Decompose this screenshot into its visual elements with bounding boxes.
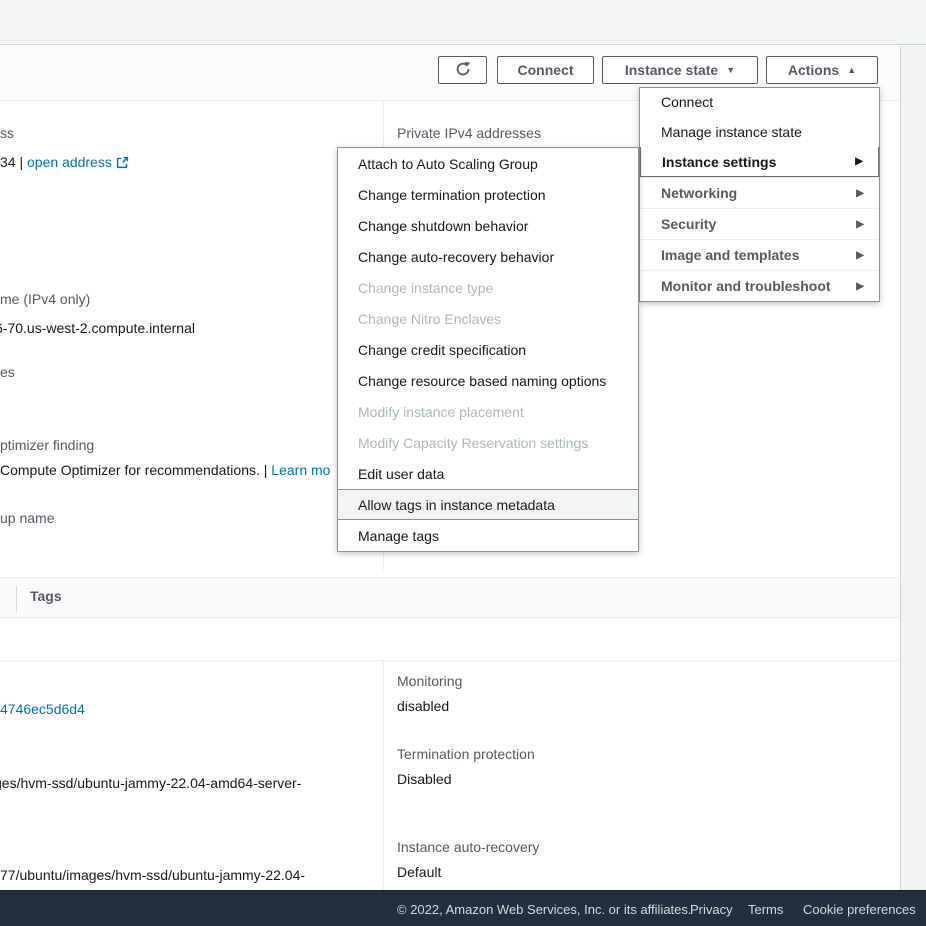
submenu-item-modify-instance-placement: Modify instance placement <box>338 396 638 427</box>
details-top-divider <box>0 660 900 661</box>
ipv6-label: es <box>0 362 15 382</box>
auto-recovery-label: Instance auto-recovery <box>397 837 539 857</box>
submenu-item-change-credit-specification[interactable]: Change credit specification <box>338 334 638 365</box>
ec2-console-screen: Connect Instance state ▼ Actions ▲ ss 34… <box>0 0 926 926</box>
actions-menu: Connect Manage instance state Instance s… <box>639 87 880 302</box>
submenu-item-change-shutdown-behavior[interactable]: Change shutdown behavior <box>338 210 638 241</box>
ami-location-value: 77/ubuntu/images/hvm-ssd/ubuntu-jammy-22… <box>0 865 305 885</box>
tab-separator <box>16 586 17 612</box>
details-column-divider <box>383 660 384 890</box>
public-address-value: 34 | <box>0 154 23 170</box>
optimizer-value: Compute Optimizer for recommendations. | <box>0 462 267 478</box>
monitoring-label: Monitoring <box>397 671 462 691</box>
submenu-item-manage-tags[interactable]: Manage tags <box>338 520 638 551</box>
chevron-up-icon: ▲ <box>847 66 856 75</box>
optimizer-label: ptimizer finding <box>0 435 94 455</box>
submenu-item-modify-capacity-reservation-settings: Modify Capacity Reservation settings <box>338 427 638 458</box>
right-edge-strip <box>900 46 926 890</box>
instance-state-label: Instance state <box>625 62 718 78</box>
termination-protection-label: Termination protection <box>397 744 535 764</box>
submenu-item-allow-tags-in-instance-metadata[interactable]: Allow tags in instance metadata <box>338 489 638 520</box>
menu-item-manage-instance-state[interactable]: Manage instance state <box>640 116 879 147</box>
optimizer-row: Compute Optimizer for recommendations. |… <box>0 460 330 480</box>
open-address-link[interactable]: open address <box>27 154 129 170</box>
menu-item-connect[interactable]: Connect <box>640 88 879 116</box>
instance-state-button[interactable]: Instance state ▼ <box>602 56 758 84</box>
termination-protection-value: Disabled <box>397 769 451 789</box>
external-link-icon <box>116 154 129 174</box>
submenu-arrow-icon: ▶ <box>855 156 863 167</box>
auto-recovery-value: Default <box>397 862 441 882</box>
footer-link-privacy[interactable]: Privacy <box>690 902 733 917</box>
submenu-item-change-instance-type: Change instance type <box>338 272 638 303</box>
tab-bar: Tags <box>0 577 900 618</box>
ami-id-link[interactable]: 4746ec5d6d4 <box>0 699 85 719</box>
footer-link-terms[interactable]: Terms <box>748 902 783 917</box>
submenu-item-change-termination-protection[interactable]: Change termination protection <box>338 179 638 210</box>
top-nav-band <box>0 0 926 45</box>
instance-settings-submenu: Attach to Auto Scaling Group Change term… <box>337 147 639 552</box>
footer-link-cookie-preferences[interactable]: Cookie preferences <box>803 902 916 917</box>
chevron-down-icon: ▼ <box>726 66 735 75</box>
submenu-item-change-resource-based-naming-options[interactable]: Change resource based naming options <box>338 365 638 396</box>
actions-button-label: Actions <box>788 62 839 78</box>
connect-button-label: Connect <box>518 62 574 78</box>
monitoring-value: disabled <box>397 696 449 716</box>
tab-tags[interactable]: Tags <box>30 588 62 604</box>
menu-item-image-and-templates[interactable]: Image and templates ▶ <box>640 239 879 270</box>
private-ipv4-label: Private IPv4 addresses <box>397 123 541 143</box>
hostname-label: me (IPv4 only) <box>0 289 90 309</box>
public-address-label: ss <box>0 123 14 143</box>
submenu-item-attach-to-auto-scaling-group[interactable]: Attach to Auto Scaling Group <box>338 148 638 179</box>
hostname-value: 6-70.us-west-2.compute.internal <box>0 318 195 338</box>
menu-item-instance-settings[interactable]: Instance settings ▶ <box>640 147 879 177</box>
menu-item-security[interactable]: Security ▶ <box>640 208 879 239</box>
submenu-arrow-icon: ▶ <box>856 219 864 230</box>
submenu-arrow-icon: ▶ <box>856 281 864 292</box>
group-name-label: up name <box>0 508 54 528</box>
submenu-arrow-icon: ▶ <box>856 188 864 199</box>
menu-item-networking[interactable]: Networking ▶ <box>640 177 879 208</box>
public-address-row: 34 | open address <box>0 152 129 174</box>
footer-copyright: © 2022, Amazon Web Services, Inc. or its… <box>397 902 692 917</box>
menu-item-monitor-and-troubleshoot[interactable]: Monitor and troubleshoot ▶ <box>640 270 879 301</box>
ami-name-value: ges/hvm-ssd/ubuntu-jammy-22.04-amd64-ser… <box>0 773 301 793</box>
learn-more-link[interactable]: Learn mo <box>271 462 330 478</box>
actions-button[interactable]: Actions ▲ <box>766 56 878 84</box>
submenu-item-edit-user-data[interactable]: Edit user data <box>338 458 638 489</box>
submenu-item-change-nitro-enclaves: Change Nitro Enclaves <box>338 303 638 334</box>
submenu-item-change-auto-recovery-behavior[interactable]: Change auto-recovery behavior <box>338 241 638 272</box>
connect-button[interactable]: Connect <box>497 56 594 84</box>
refresh-button[interactable] <box>438 56 487 84</box>
footer: © 2022, Amazon Web Services, Inc. or its… <box>0 890 926 926</box>
submenu-arrow-icon: ▶ <box>856 250 864 261</box>
refresh-icon <box>455 61 471 80</box>
